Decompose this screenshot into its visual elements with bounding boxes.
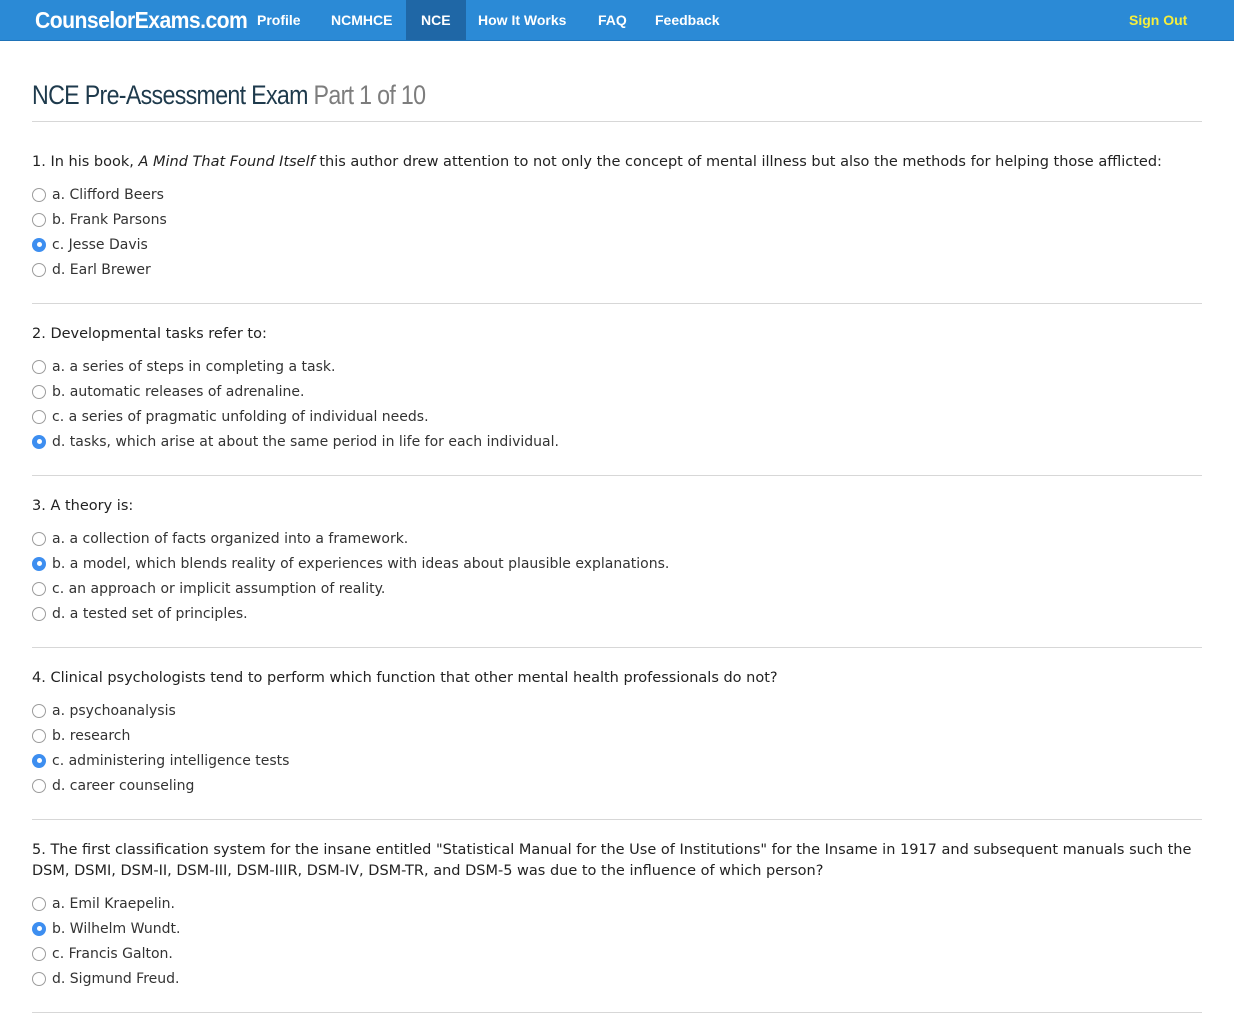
option-label: d. Sigmund Freud.: [52, 970, 180, 987]
question-divider: [32, 475, 1202, 476]
nav-item-nce[interactable]: NCE: [406, 0, 466, 40]
sign-out-link[interactable]: Sign Out: [1114, 0, 1202, 40]
option-label: a. a collection of facts organized into …: [52, 530, 409, 547]
question-text: 5. The first classification system for t…: [32, 842, 1192, 879]
radio-button[interactable]: [32, 581, 46, 596]
book-title: A Mind That Found Itself: [138, 154, 315, 170]
radio-button[interactable]: [32, 703, 46, 718]
option-a[interactable]: a. a collection of facts organized into …: [32, 526, 1202, 551]
option-label: c. Jesse Davis: [52, 236, 148, 253]
question-4: 4. Clinical psychologists tend to perfor…: [32, 668, 1202, 798]
question-text: 4. Clinical psychologists tend to perfor…: [32, 670, 778, 686]
radio-button[interactable]: [32, 384, 46, 399]
option-d[interactable]: d. career counseling: [32, 773, 1202, 798]
option-c[interactable]: c. Francis Galton.: [32, 941, 1202, 966]
question-5: 5. The first classification system for t…: [32, 840, 1202, 991]
option-c[interactable]: c. administering intelligence tests: [32, 748, 1202, 773]
question-divider: [32, 647, 1202, 648]
question-divider: [32, 819, 1202, 820]
option-label: a. psychoanalysis: [52, 702, 176, 719]
option-b[interactable]: b. Wilhelm Wundt.: [32, 916, 1202, 941]
radio-button[interactable]: [32, 921, 46, 936]
question-text: 2. Developmental tasks refer to:: [32, 326, 267, 342]
option-label: d. Earl Brewer: [52, 261, 151, 278]
radio-button[interactable]: [32, 262, 46, 277]
option-b[interactable]: b. research: [32, 723, 1202, 748]
option-label: b. Frank Parsons: [52, 211, 167, 228]
nav-item-faq[interactable]: FAQ: [583, 0, 642, 40]
brand-logo[interactable]: CounselorExams.com: [35, 3, 248, 37]
page-title-main: NCE Pre-Assessment Exam: [32, 80, 308, 110]
option-label: d. tasks, which arise at about the same …: [52, 433, 559, 450]
option-a[interactable]: a. psychoanalysis: [32, 698, 1202, 723]
title-divider: [32, 121, 1202, 122]
option-label: b. research: [52, 727, 131, 744]
option-d[interactable]: d. a tested set of principles.: [32, 601, 1202, 626]
option-label: b. automatic releases of adrenaline.: [52, 383, 305, 400]
question-text: 3. A theory is:: [32, 498, 134, 514]
option-a[interactable]: a. Clifford Beers: [32, 182, 1202, 207]
question-text: 1. In his book, A Mind That Found Itself…: [32, 152, 1202, 182]
option-a[interactable]: a. Emil Kraepelin.: [32, 891, 1202, 916]
option-d[interactable]: d. tasks, which arise at about the same …: [32, 429, 1202, 454]
option-label: c. an approach or implicit assumption of…: [52, 580, 386, 597]
page-title-part: Part 1 of 10: [313, 80, 426, 110]
option-label: c. administering intelligence tests: [52, 752, 290, 769]
option-label: c. Francis Galton.: [52, 945, 173, 962]
radio-button[interactable]: [32, 409, 46, 424]
question-divider: [32, 303, 1202, 304]
option-c[interactable]: c. a series of pragmatic unfolding of in…: [32, 404, 1202, 429]
radio-button[interactable]: [32, 753, 46, 768]
option-label: c. a series of pragmatic unfolding of in…: [52, 408, 429, 425]
question-1: 1. In his book, A Mind That Found Itself…: [32, 152, 1202, 282]
option-c[interactable]: c. an approach or implicit assumption of…: [32, 576, 1202, 601]
question-2: 2. Developmental tasks refer to: a. a se…: [32, 324, 1202, 454]
option-label: b. Wilhelm Wundt.: [52, 920, 181, 937]
option-a[interactable]: a. a series of steps in completing a tas…: [32, 354, 1202, 379]
question-3: 3. A theory is: a. a collection of facts…: [32, 496, 1202, 626]
radio-button[interactable]: [32, 896, 46, 911]
radio-button[interactable]: [32, 237, 46, 252]
page-title: NCE Pre-Assessment Exam Part 1 of 10: [32, 76, 426, 114]
option-b[interactable]: b. Frank Parsons: [32, 207, 1202, 232]
radio-button[interactable]: [32, 728, 46, 743]
option-label: d. a tested set of principles.: [52, 605, 248, 622]
nav-item-feedback[interactable]: Feedback: [640, 0, 735, 40]
option-b[interactable]: b. automatic releases of adrenaline.: [32, 379, 1202, 404]
question-divider: [32, 1012, 1202, 1013]
option-label: a. Clifford Beers: [52, 186, 164, 203]
radio-button[interactable]: [32, 434, 46, 449]
option-label: a. a series of steps in completing a tas…: [52, 358, 336, 375]
radio-button[interactable]: [32, 778, 46, 793]
question-prefix: 1. In his book,: [32, 154, 139, 170]
radio-button[interactable]: [32, 531, 46, 546]
nav-item-profile[interactable]: Profile: [242, 0, 316, 40]
radio-button[interactable]: [32, 359, 46, 374]
option-label: b. a model, which blends reality of expe…: [52, 555, 670, 572]
nav-item-how-it-works[interactable]: How It Works: [463, 0, 581, 40]
option-label: d. career counseling: [52, 777, 195, 794]
radio-button[interactable]: [32, 971, 46, 986]
radio-button[interactable]: [32, 556, 46, 571]
question-suffix: this author drew attention to not only t…: [314, 154, 1162, 170]
radio-button[interactable]: [32, 606, 46, 621]
radio-button[interactable]: [32, 187, 46, 202]
radio-button[interactable]: [32, 212, 46, 227]
option-b[interactable]: b. a model, which blends reality of expe…: [32, 551, 1202, 576]
nav-item-ncmhce[interactable]: NCMHCE: [316, 0, 407, 40]
top-navbar: CounselorExams.com Profile NCMHCE NCE Ho…: [0, 0, 1234, 41]
option-d[interactable]: d. Sigmund Freud.: [32, 966, 1202, 991]
option-d[interactable]: d. Earl Brewer: [32, 257, 1202, 282]
option-c[interactable]: c. Jesse Davis: [32, 232, 1202, 257]
option-label: a. Emil Kraepelin.: [52, 895, 175, 912]
radio-button[interactable]: [32, 946, 46, 961]
